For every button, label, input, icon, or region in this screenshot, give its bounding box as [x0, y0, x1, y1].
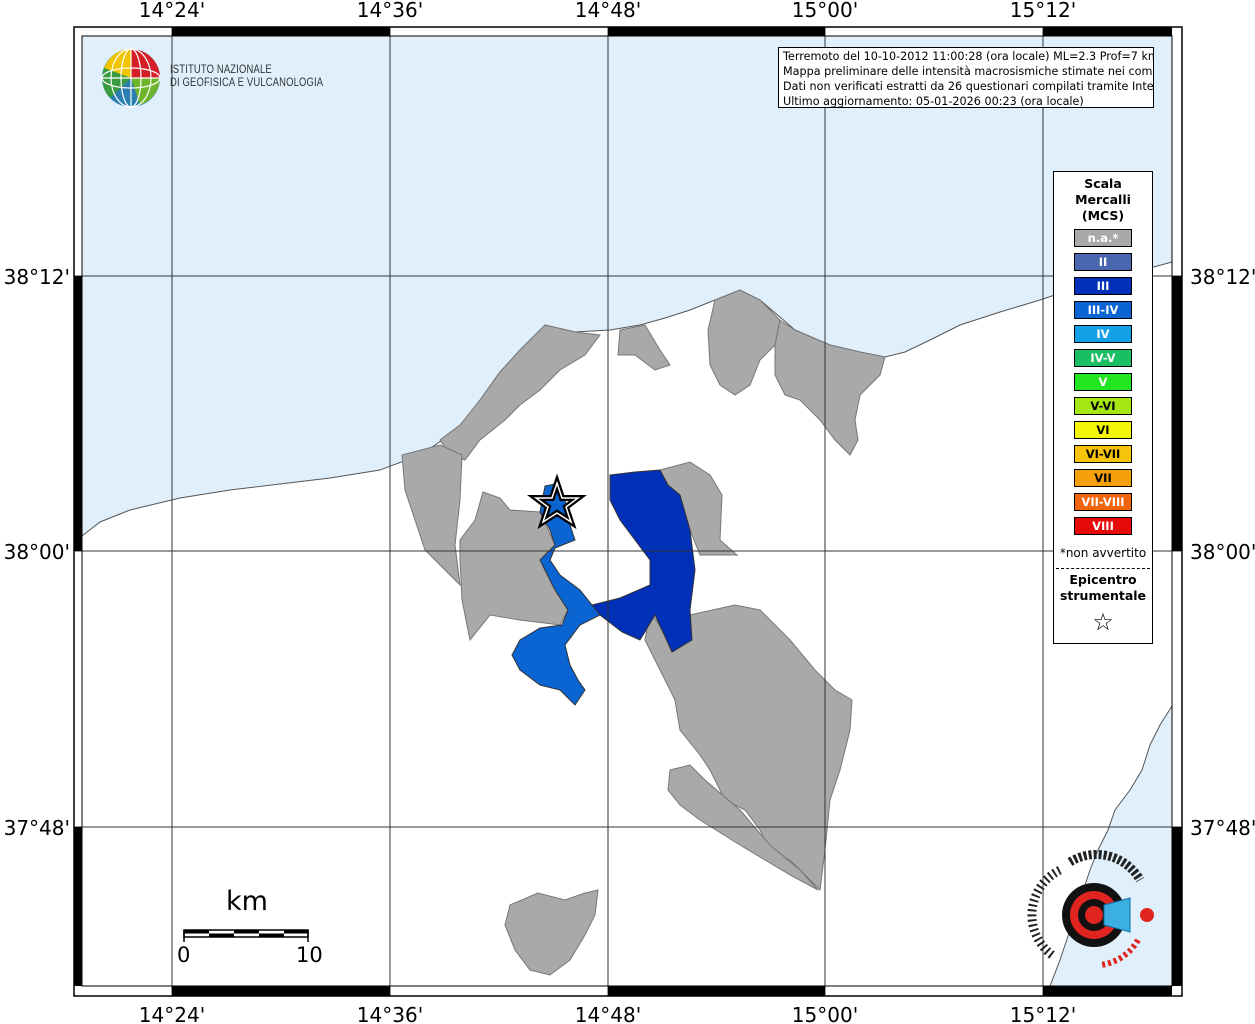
info-line-4: Ultimo aggiornamento: 05-01-2026 00:23 (… [783, 95, 1084, 108]
lon-label: 15°00' [792, 1003, 858, 1024]
legend-item: IV-V [1074, 349, 1132, 367]
legend-title-line-1: Scala [1084, 176, 1122, 191]
legend-divider [1056, 568, 1150, 569]
lon-label: 14°48' [575, 0, 641, 22]
legend-item: III-IV [1074, 301, 1132, 319]
legend-item: VIII [1074, 517, 1132, 535]
epicenter-label-line-1: Epicentro [1069, 572, 1137, 587]
lon-label: 14°48' [575, 1003, 641, 1024]
lat-labels-left: 38°12' 38°00' 37°48' [4, 265, 70, 840]
lat-label: 38°00' [1190, 540, 1255, 564]
legend-item: VI [1074, 421, 1132, 439]
ingv-org-name: ISTITUTO NAZIONALE DI GEOFISICA E VULCAN… [170, 64, 323, 90]
scale-max-label: 10 [296, 943, 323, 967]
legend-item: VI-VII [1074, 445, 1132, 463]
lon-labels-bottom: 14°24' 14°36' 14°48' 15°00' 15°12' [139, 1003, 1076, 1024]
info-line-2: Mappa preliminare delle intensità macros… [783, 65, 1154, 78]
legend-note: *non avvertito [1059, 546, 1147, 560]
lon-label: 14°36' [357, 0, 423, 22]
legend-epicenter-label: Epicentro strumentale [1054, 572, 1152, 604]
legend-item: IV [1074, 325, 1132, 343]
legend-item: III [1074, 277, 1132, 295]
org-line-1: ISTITUTO NAZIONALE [170, 64, 272, 76]
mercalli-legend: Scala Mercalli (MCS) n.a.* II III III-IV IV I… [1053, 171, 1153, 644]
lon-labels-top: 14°24' 14°36' 14°48' 15°00' 15°12' [139, 0, 1076, 22]
lat-labels-right: 38°12' 38°00' 37°48' [1190, 265, 1255, 840]
lon-label: 15°12' [1010, 1003, 1076, 1024]
info-line-1: Terremoto del 10-10-2012 11:00:28 (ora l… [783, 50, 1154, 63]
legend-star-icon: ☆ [1092, 608, 1114, 636]
lat-label: 37°48' [1190, 816, 1255, 840]
lon-label: 15°12' [1010, 0, 1076, 22]
info-line-3: Dati non verificati estratti da 26 quest… [783, 80, 1154, 93]
lon-label: 14°36' [357, 1003, 423, 1024]
epicenter-label-line-2: strumentale [1059, 588, 1147, 603]
earthquake-info-box: Terremoto del 10-10-2012 11:00:28 (ora l… [778, 47, 1154, 108]
lat-label: 38°00' [4, 540, 70, 564]
legend-item: VII-VIII [1074, 493, 1132, 511]
legend-item: n.a.* [1074, 229, 1132, 247]
ingv-globe-logo-icon [101, 48, 161, 108]
legend-title-line-2: Mercalli [1075, 192, 1131, 207]
legend-title-line-3: (MCS) [1081, 208, 1125, 223]
scale-unit-label: km [226, 886, 268, 917]
lon-label: 14°24' [139, 1003, 205, 1024]
scale-min-label: 0 [177, 943, 191, 967]
lat-label: 37°48' [4, 816, 70, 840]
legend-item: II [1074, 253, 1132, 271]
legend-item: V [1074, 373, 1132, 391]
legend-item: V-VI [1074, 397, 1132, 415]
org-line-2: DI GEOFISICA E VULCANOLOGIA [170, 77, 324, 89]
lat-label: 38°12' [1190, 265, 1255, 289]
lat-label: 38°12' [4, 265, 70, 289]
lon-label: 15°00' [792, 0, 858, 22]
legend-item: VII [1074, 469, 1132, 487]
legend-title: Scala Mercalli (MCS) [1054, 176, 1152, 224]
lon-label: 14°24' [139, 0, 205, 22]
